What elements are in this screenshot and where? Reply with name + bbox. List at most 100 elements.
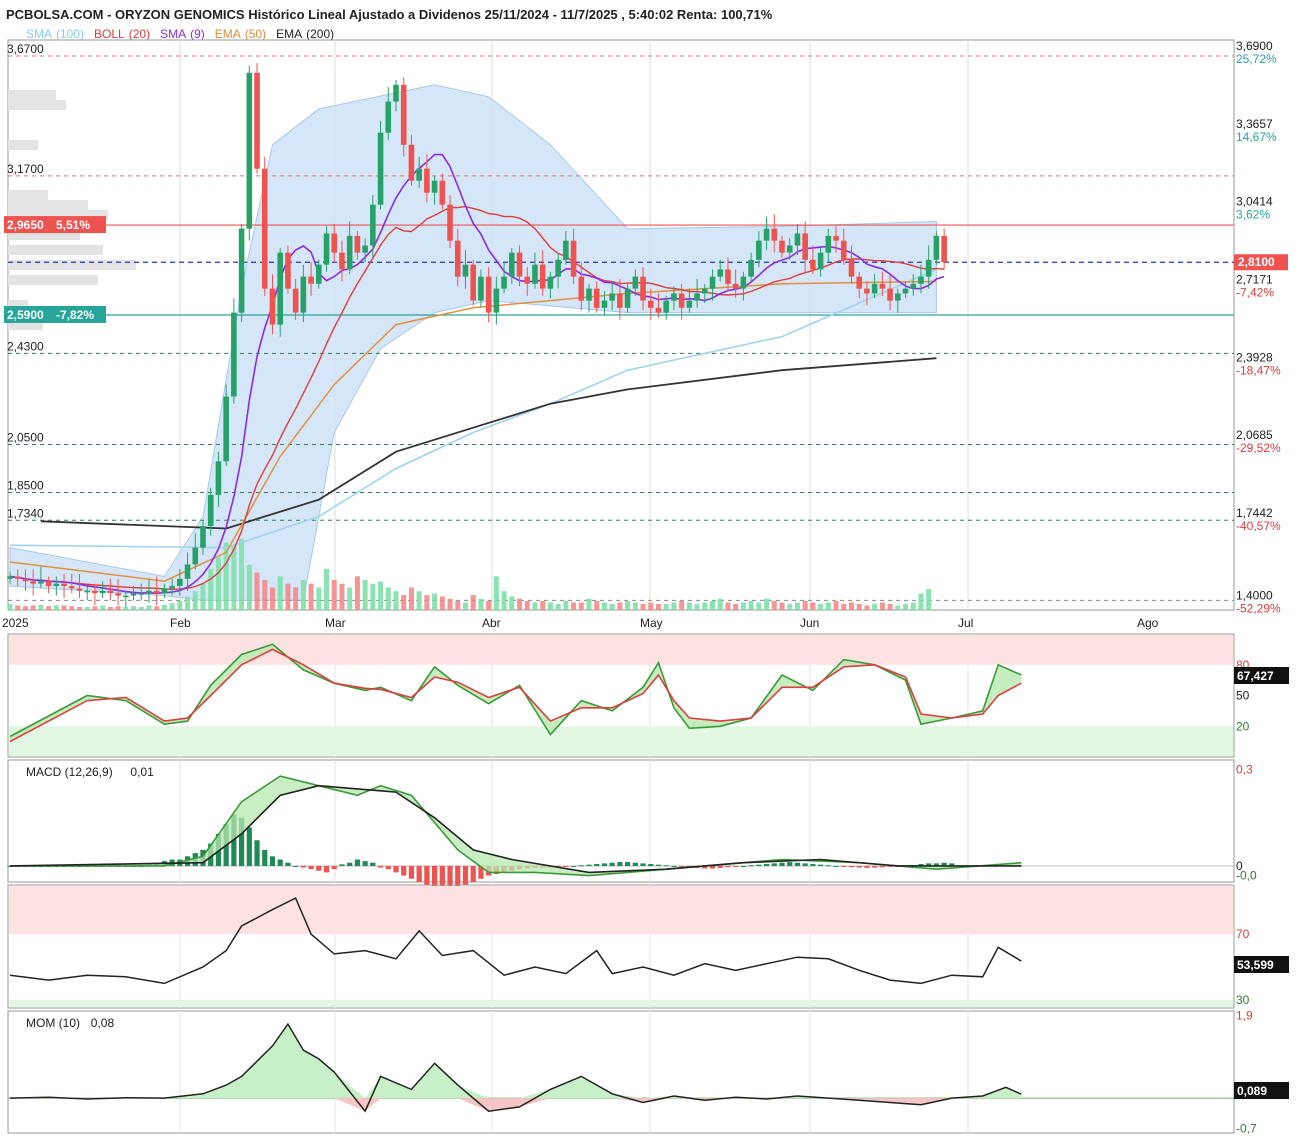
right-axis-price: 3,0414 bbox=[1236, 195, 1273, 209]
month-label: Ago bbox=[1137, 616, 1159, 630]
legend-param-1: (20) bbox=[129, 27, 150, 41]
volume-bar bbox=[254, 572, 260, 610]
volume-bar bbox=[918, 593, 924, 610]
macd-histogram-bar bbox=[748, 865, 754, 867]
volume-profile-bar bbox=[8, 200, 88, 210]
volume-bar bbox=[239, 538, 245, 610]
candle-body bbox=[138, 593, 145, 595]
candle-body bbox=[671, 293, 677, 301]
macd-histogram-bar bbox=[401, 865, 407, 876]
macd-histogram-bar bbox=[254, 840, 260, 866]
volume-bar bbox=[856, 604, 862, 610]
left-level-label: 3,6700 bbox=[7, 42, 44, 56]
candle-body bbox=[763, 228, 770, 241]
legend-item-ema-4: EMA bbox=[276, 27, 302, 41]
macd-histogram-bar bbox=[362, 861, 368, 866]
candle-body bbox=[454, 240, 461, 277]
rsi-overbought-zone bbox=[9, 886, 1233, 935]
rsi-oversold-zone bbox=[9, 999, 1233, 1007]
volume-bar bbox=[818, 604, 824, 610]
candle-body bbox=[663, 300, 669, 313]
candle-body bbox=[593, 288, 600, 308]
candle-body bbox=[354, 235, 361, 253]
volume-bar bbox=[316, 587, 322, 610]
macd-histogram-bar bbox=[462, 865, 469, 886]
volume-bar bbox=[432, 593, 438, 610]
volume-bar bbox=[810, 602, 816, 610]
highlight-level-price: 2,9650 bbox=[7, 218, 44, 232]
macd-histogram-bar bbox=[787, 862, 793, 866]
candle-body bbox=[61, 583, 67, 587]
candle-body bbox=[771, 228, 778, 241]
volume-bar bbox=[262, 580, 268, 610]
candle-body bbox=[918, 276, 924, 284]
sto-overbought-zone bbox=[9, 635, 1233, 665]
candle-body bbox=[647, 300, 654, 308]
candle-body bbox=[38, 581, 44, 584]
left-level-label: 1,8500 bbox=[7, 478, 44, 492]
right-axis-price: 2,3928 bbox=[1236, 350, 1273, 364]
legend-param-3: (50) bbox=[245, 27, 266, 41]
macd-histogram-bar bbox=[632, 862, 638, 866]
candle-body bbox=[578, 276, 585, 301]
volume-bar bbox=[447, 598, 453, 610]
current-price-label: 2,8100 bbox=[1238, 255, 1275, 269]
volume-bar bbox=[733, 604, 739, 610]
highlight-level-pct: 5,51% bbox=[56, 218, 90, 232]
sto-level-label: 20 bbox=[1236, 719, 1250, 733]
macd-histogram-bar bbox=[833, 865, 839, 867]
candle-body bbox=[925, 259, 932, 277]
macd-histogram-bar bbox=[262, 849, 268, 866]
candle-body bbox=[840, 240, 847, 260]
volume-bar bbox=[269, 587, 275, 610]
macd-histogram-bar bbox=[570, 865, 577, 867]
candle-body bbox=[501, 276, 507, 289]
macd-histogram-bar bbox=[246, 827, 252, 866]
volume-bar bbox=[161, 604, 167, 610]
volume-bar bbox=[625, 601, 631, 610]
candle-body bbox=[563, 240, 569, 260]
candle-body bbox=[76, 588, 83, 591]
candle-body bbox=[323, 233, 330, 265]
macd-histogram-bar bbox=[586, 864, 592, 866]
volume-bar bbox=[462, 602, 468, 610]
volume-bar bbox=[378, 581, 384, 610]
volume-bar bbox=[46, 606, 52, 610]
volume-bar bbox=[208, 568, 214, 610]
volume-bar bbox=[61, 605, 67, 610]
macd-histogram-bar bbox=[818, 864, 824, 866]
volume-bar bbox=[22, 606, 28, 610]
mom-positive-fill bbox=[10, 1024, 1022, 1099]
macd-histogram-bar bbox=[609, 862, 615, 866]
volume-bar bbox=[401, 595, 407, 610]
candle-body bbox=[53, 583, 60, 587]
volume-bar bbox=[246, 565, 252, 610]
stock-chart: PCBOLSA.COM - ORYZON GENOMICS Histórico … bbox=[2, 7, 1289, 1136]
candle-body bbox=[910, 283, 917, 289]
volume-bar bbox=[648, 602, 654, 610]
candle-body bbox=[285, 252, 291, 289]
candle-body bbox=[207, 494, 214, 527]
candle-body bbox=[532, 264, 538, 284]
candle-body bbox=[447, 204, 453, 241]
volume-bar bbox=[740, 602, 746, 610]
macd-histogram-bar bbox=[779, 862, 785, 866]
right-axis-price: 3,3657 bbox=[1236, 117, 1273, 131]
candle-body bbox=[640, 276, 646, 301]
volume-bar bbox=[138, 607, 144, 610]
candle-body bbox=[45, 581, 52, 587]
macd-histogram-bar bbox=[825, 865, 831, 867]
volume-bar bbox=[408, 587, 414, 610]
volume-bar bbox=[478, 598, 484, 610]
candle-body bbox=[439, 180, 446, 205]
macd-histogram-bar bbox=[308, 865, 314, 870]
macd-histogram-bar bbox=[293, 865, 299, 867]
candle-body bbox=[933, 235, 940, 260]
volume-profile-bar bbox=[8, 140, 38, 150]
month-label: Jun bbox=[800, 616, 819, 630]
candle-body bbox=[879, 283, 886, 289]
macd-histogram-bar bbox=[424, 865, 430, 886]
candle-body bbox=[470, 264, 476, 301]
candle-body bbox=[292, 288, 299, 313]
month-label: 2025 bbox=[2, 616, 29, 630]
